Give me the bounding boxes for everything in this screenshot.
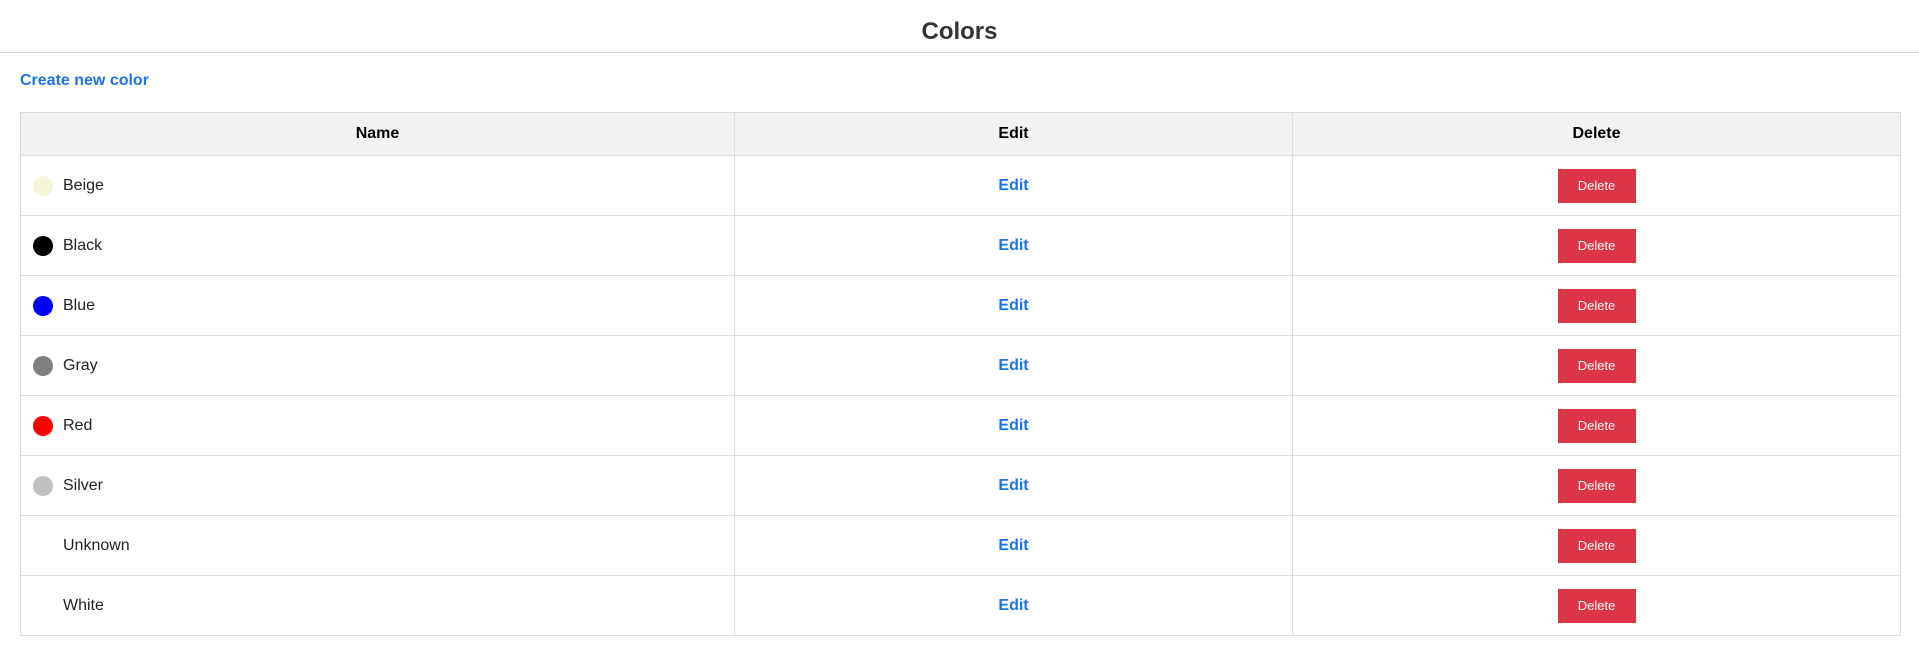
- edit-link[interactable]: Edit: [998, 597, 1028, 614]
- name-cell: Black: [20, 215, 735, 276]
- edit-cell: Edit: [734, 455, 1293, 516]
- table-row: Blue Edit Delete: [20, 275, 1901, 336]
- edit-link[interactable]: Edit: [998, 297, 1028, 314]
- name-cell-content: Beige: [21, 156, 734, 215]
- table-row: White Edit Delete: [20, 575, 1901, 636]
- color-swatch-icon: [33, 295, 53, 316]
- edit-link[interactable]: Edit: [998, 357, 1028, 374]
- name-cell: Silver: [20, 455, 735, 516]
- page-header: Colors: [0, 0, 1919, 53]
- edit-link[interactable]: Edit: [998, 477, 1028, 494]
- delete-button[interactable]: Delete: [1557, 588, 1636, 623]
- delete-button[interactable]: Delete: [1557, 348, 1636, 383]
- color-name: Gray: [63, 356, 98, 374]
- delete-cell: Delete: [1292, 575, 1901, 636]
- color-name: Red: [63, 416, 93, 434]
- edit-cell: Edit: [734, 275, 1293, 336]
- edit-cell: Edit: [734, 155, 1293, 216]
- table-row: Silver Edit Delete: [20, 455, 1901, 516]
- edit-cell: Edit: [734, 335, 1293, 396]
- name-cell-content: Blue: [21, 276, 734, 335]
- color-swatch-icon: [33, 415, 53, 436]
- edit-link[interactable]: Edit: [998, 237, 1028, 254]
- color-swatch-icon: [33, 355, 53, 376]
- colors-table-container: Name Edit Delete Beige Edit Delete Black Edi…: [20, 112, 1901, 636]
- color-swatch-icon: [33, 536, 53, 556]
- edit-cell: Edit: [734, 395, 1293, 456]
- name-cell-content: Gray: [21, 336, 734, 395]
- color-swatch-icon: [33, 595, 53, 616]
- name-cell-content: Unknown: [21, 516, 734, 575]
- table-row: Unknown Edit Delete: [20, 515, 1901, 576]
- table-row: Beige Edit Delete: [20, 155, 1901, 216]
- edit-link[interactable]: Edit: [998, 177, 1028, 194]
- column-header-delete: Delete: [1292, 112, 1901, 156]
- edit-link[interactable]: Edit: [998, 417, 1028, 434]
- table-row: Red Edit Delete: [20, 395, 1901, 456]
- edit-cell: Edit: [734, 215, 1293, 276]
- delete-button[interactable]: Delete: [1557, 528, 1636, 563]
- table-row: Black Edit Delete: [20, 215, 1901, 276]
- table-row: Gray Edit Delete: [20, 335, 1901, 396]
- name-cell-content: Silver: [21, 456, 734, 515]
- name-cell: Gray: [20, 335, 735, 396]
- delete-cell: Delete: [1292, 215, 1901, 276]
- color-swatch-icon: [33, 235, 53, 256]
- color-name: Unknown: [63, 536, 130, 554]
- delete-button[interactable]: Delete: [1557, 288, 1636, 323]
- color-name: Silver: [63, 476, 104, 494]
- delete-cell: Delete: [1292, 275, 1901, 336]
- color-swatch-icon: [33, 475, 53, 496]
- delete-cell: Delete: [1292, 395, 1901, 456]
- delete-cell: Delete: [1292, 455, 1901, 516]
- table-body: Beige Edit Delete Black Edit Delete Blue Edit De…: [20, 155, 1901, 636]
- delete-cell: Delete: [1292, 515, 1901, 576]
- color-swatch-icon: [33, 175, 53, 196]
- name-cell: Beige: [20, 155, 735, 216]
- name-cell: White: [20, 575, 735, 636]
- name-cell: Unknown: [20, 515, 735, 576]
- delete-button[interactable]: Delete: [1557, 468, 1636, 503]
- create-new-color-link[interactable]: Create new color: [20, 72, 149, 90]
- edit-cell: Edit: [734, 575, 1293, 636]
- delete-button[interactable]: Delete: [1557, 408, 1636, 443]
- color-name: White: [63, 596, 104, 614]
- name-cell-content: White: [21, 576, 734, 635]
- column-header-name: Name: [20, 112, 735, 156]
- color-name: Beige: [63, 176, 104, 194]
- delete-cell: Delete: [1292, 155, 1901, 216]
- delete-button[interactable]: Delete: [1557, 168, 1636, 203]
- column-header-edit: Edit: [734, 112, 1293, 156]
- color-name: Blue: [63, 296, 96, 314]
- edit-link[interactable]: Edit: [998, 537, 1028, 554]
- name-cell-content: Black: [21, 216, 734, 275]
- delete-cell: Delete: [1292, 335, 1901, 396]
- colors-table: Name Edit Delete Beige Edit Delete Black Edi…: [20, 112, 1901, 636]
- name-cell-content: Red: [21, 396, 734, 455]
- name-cell: Blue: [20, 275, 735, 336]
- page-title: Colors: [921, 18, 998, 45]
- delete-button[interactable]: Delete: [1557, 228, 1636, 263]
- edit-cell: Edit: [734, 515, 1293, 576]
- table-header: Name Edit Delete: [20, 112, 1901, 156]
- name-cell: Red: [20, 395, 735, 456]
- color-name: Black: [63, 236, 103, 254]
